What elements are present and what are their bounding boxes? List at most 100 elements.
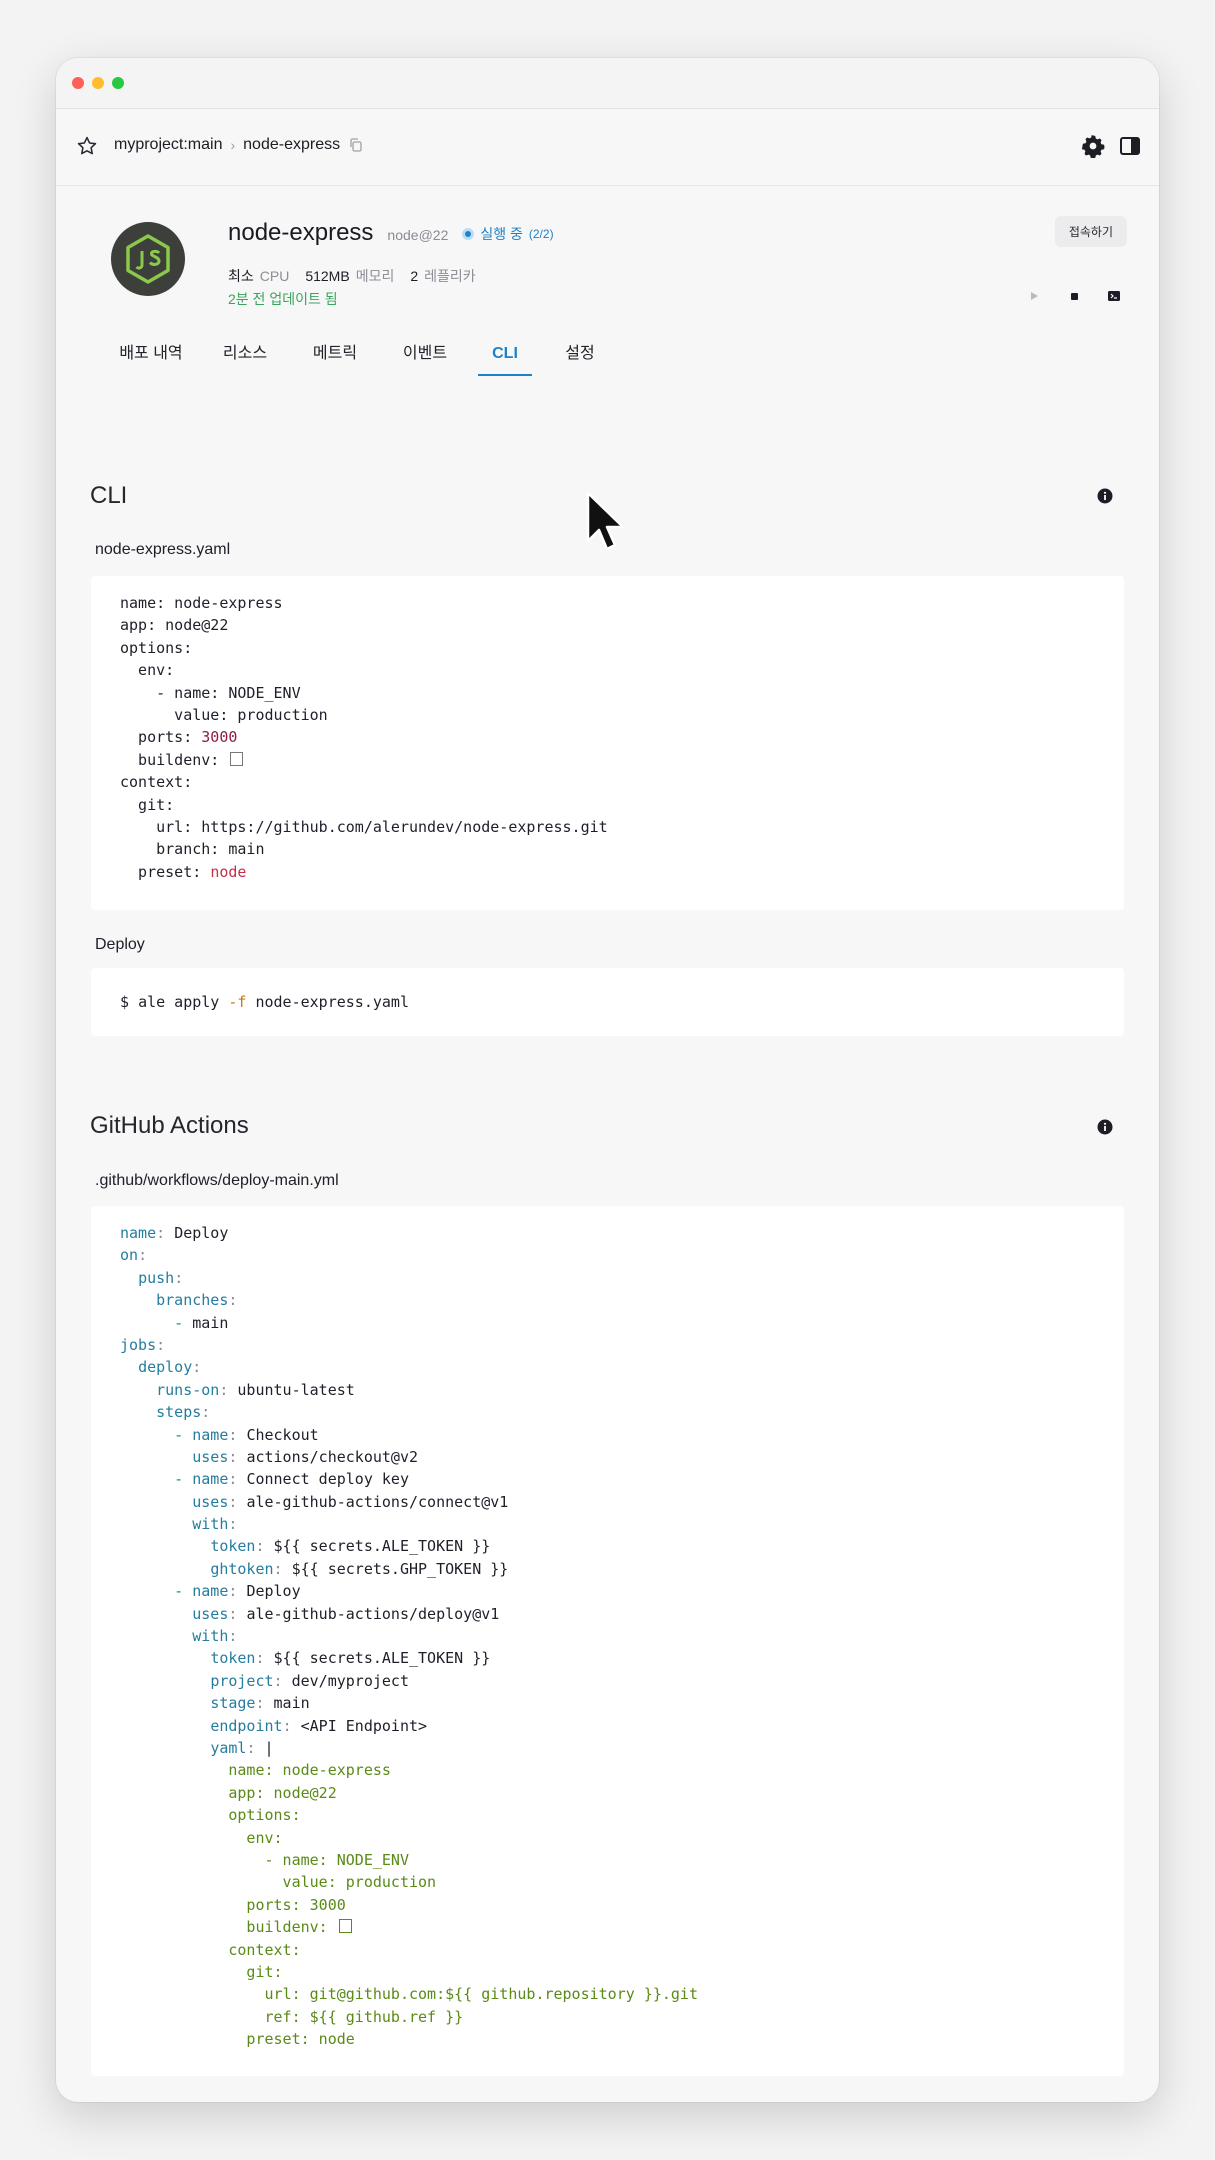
- active-tab-indicator: [478, 374, 532, 376]
- code-key: uses: [192, 1447, 229, 1466]
- code-line: uses: actions/checkout@v2: [192, 1447, 419, 1466]
- code-key: yaml: [210, 1738, 247, 1757]
- resource-metrics: 최소 CPU 512MB 메모리 2 레플리카: [228, 266, 486, 286]
- top-bar: myproject:main › node-express: [56, 109, 1159, 186]
- code-line: env:: [120, 1828, 283, 1847]
- tab-settings[interactable]: 설정: [560, 334, 600, 374]
- code-key: runs-on: [156, 1380, 220, 1399]
- code-key: buildenv:: [120, 750, 229, 769]
- code-line: url: git@github.com:${{ github.repositor…: [120, 1985, 698, 2004]
- minimize-window-button[interactable]: [92, 77, 104, 89]
- code-value: dev/myproject: [291, 1671, 409, 1690]
- status-badge: 실행 중 (2/2): [462, 224, 554, 244]
- cpu-value: 최소: [228, 268, 254, 284]
- code-line: ghtoken: ${{ secrets.GHP_TOKEN }}: [210, 1559, 509, 1578]
- code-value: ale-github-actions/connect@v1: [246, 1492, 509, 1511]
- code-line: stage: main: [210, 1694, 310, 1713]
- code-line: $ ale apply -f node-express.yaml: [120, 991, 1124, 1013]
- close-window-button[interactable]: [72, 77, 84, 89]
- code-line: uses: ale-github-actions/connect@v1: [192, 1492, 509, 1511]
- deploy-command: $ ale apply -f node-express.yaml: [91, 968, 1124, 1036]
- code-line: project: dev/myproject: [210, 1671, 409, 1690]
- code-value: ale-github-actions/deploy@v1: [246, 1604, 500, 1623]
- breadcrumb-separator: ›: [230, 137, 236, 153]
- connect-button[interactable]: 접속하기: [1054, 216, 1127, 247]
- code-value: ${{ secrets.ALE_TOKEN }}: [273, 1537, 491, 1556]
- tab-resources[interactable]: 리소스: [220, 334, 270, 374]
- code-line: context:: [120, 1940, 301, 1959]
- code-key: steps: [156, 1403, 202, 1422]
- breadcrumb-service[interactable]: node-express: [243, 136, 340, 154]
- info-icon[interactable]: [1097, 488, 1113, 504]
- code-value: Deploy: [174, 1224, 229, 1242]
- code-line: on:: [120, 1246, 157, 1265]
- play-icon[interactable]: [1027, 289, 1041, 303]
- tab-events[interactable]: 이벤트: [400, 334, 450, 374]
- code-key: ghtoken: [210, 1559, 274, 1578]
- code-value: |: [264, 1738, 274, 1757]
- code-line: with:: [192, 1627, 247, 1646]
- app-window: myproject:main › node-express node-expre…: [56, 58, 1159, 2102]
- code-key: uses: [192, 1492, 229, 1511]
- code-value: ${{ secrets.GHP_TOKEN }}: [291, 1559, 509, 1578]
- code-line: branches:: [156, 1291, 247, 1310]
- code-line: - name: Checkout: [120, 1425, 319, 1444]
- code-key: deploy: [138, 1358, 193, 1377]
- code-line: name: node-express: [120, 594, 283, 612]
- mouse-cursor-icon: [586, 491, 625, 551]
- terminal-icon[interactable]: [1107, 289, 1121, 303]
- code-key: name: [192, 1582, 229, 1601]
- code-key: jobs: [120, 1335, 157, 1354]
- code-line: app: node@22: [120, 1783, 337, 1802]
- code-key: push: [138, 1268, 175, 1287]
- tab-deploy-history[interactable]: 배포 내역: [116, 334, 186, 374]
- code-line: ref: ${{ github.ref }}: [120, 2007, 464, 2026]
- code-line: ports: 3000: [120, 726, 1124, 748]
- memory-value: 512MB: [305, 268, 350, 284]
- code-line: name: Deploy: [120, 1224, 229, 1242]
- star-icon[interactable]: [76, 135, 98, 157]
- breadcrumb: myproject:main › node-express: [114, 136, 364, 154]
- code-line: - name: Connect deploy key: [120, 1470, 409, 1489]
- code-key: token: [210, 1537, 256, 1556]
- copy-icon[interactable]: [348, 137, 364, 153]
- code-key: with: [192, 1515, 229, 1534]
- code-value: ${{ secrets.ALE_TOKEN }}: [273, 1649, 491, 1668]
- code-key: ports:: [120, 728, 202, 747]
- cli-section-title: CLI: [90, 482, 128, 509]
- sidebar-toggle-icon[interactable]: [1119, 135, 1141, 157]
- title-bar: [56, 58, 1159, 109]
- code-value: main: [192, 1313, 229, 1332]
- workflow-yaml-code: name: Deploy on: push: branches: - main jo…: [91, 1206, 1124, 2076]
- code-line: app: node@22: [120, 616, 229, 635]
- code-line: url: https://github.com/alerundev/node-e…: [120, 817, 608, 836]
- code-key: branches: [156, 1291, 229, 1310]
- tab-cli[interactable]: CLI: [478, 334, 532, 374]
- code-value: ubuntu-latest: [237, 1380, 355, 1399]
- zoom-window-button[interactable]: [112, 77, 124, 89]
- code-value: Checkout: [246, 1425, 319, 1444]
- code-line: ports: 3000: [120, 1895, 346, 1914]
- deploy-flag: -f: [228, 993, 247, 1011]
- code-line: - name: NODE_ENV: [120, 1850, 409, 1869]
- breadcrumb-project[interactable]: myproject:main: [114, 136, 222, 154]
- status-dot-icon: [462, 228, 475, 240]
- code-value: main: [273, 1694, 310, 1713]
- code-line: yaml: |: [210, 1738, 274, 1757]
- code-key: with: [192, 1627, 229, 1646]
- info-icon[interactable]: [1097, 1119, 1113, 1135]
- code-key: endpoint: [210, 1716, 283, 1735]
- status-count: (2/2): [528, 227, 554, 241]
- cli-file-label: node-express.yaml: [95, 541, 231, 558]
- github-section-title: GitHub Actions: [90, 1112, 249, 1139]
- tab-metrics[interactable]: 메트릭: [310, 334, 360, 374]
- service-title-row: node-express node@22 실행 중 (2/2): [228, 219, 554, 247]
- code-line: preset: node: [120, 2030, 355, 2049]
- nodejs-logo: [111, 222, 185, 296]
- stop-icon[interactable]: [1067, 289, 1081, 303]
- gear-icon[interactable]: [1081, 134, 1105, 158]
- code-key: uses: [192, 1604, 229, 1623]
- code-line: env:: [120, 661, 175, 680]
- code-line: buildenv:: [120, 749, 1124, 771]
- code-line: endpoint: <API Endpoint>: [210, 1716, 428, 1735]
